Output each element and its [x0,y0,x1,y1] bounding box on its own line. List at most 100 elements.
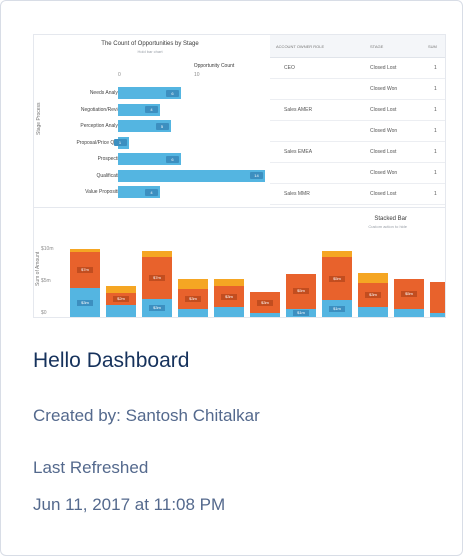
stacked-bar-segment-orange: $5m [394,278,424,309]
dashboard-card[interactable]: The Count of Opportunities by Stage Hold… [0,0,463,556]
stacked-bar-label: $1m [293,309,309,316]
table-cell-stage: Closed Won [370,170,398,176]
last-refreshed-label: Last Refreshed [33,458,149,477]
bar-chart-x-title: Opportunity Count [193,63,235,69]
stacked-bar-segment-blue [394,308,424,317]
table-cell-role: Sales AMER [284,107,313,113]
table-cell-sum: 1 [434,170,437,176]
table-cell-role: CEO [284,65,295,71]
stacked-bar[interactable]: $3m [358,272,388,317]
table-row[interactable]: CEO Closed Lost 1 [270,57,445,79]
stacked-bar[interactable]: $3m [250,291,280,317]
stacked-bar-label: $3m [257,299,273,306]
stacked-bar-label: $5m [401,290,417,297]
stacked-bar[interactable]: $3m [214,278,244,317]
table-cell-sum: 1 [434,191,437,197]
bar-chart-value-label: 4 [145,106,158,113]
stacked-chart-baseline [62,317,446,318]
bar-chart-value-label: 6 [166,155,179,163]
stacked-bar-segment-blue: $1m [322,300,352,317]
table-row[interactable]: Sales MMR Closed Lost 1 [270,183,445,205]
stacked-bar-label: $3m [77,299,93,306]
opportunity-bar-chart: The Count of Opportunities by Stage Hold… [34,35,266,205]
bar-chart-value-label: 14 [250,172,263,179]
bar-chart-value-label: 4 [145,188,158,196]
table-cell-stage: Closed Won [370,86,398,92]
stacked-bar-segment-orange: $3m [250,291,280,314]
stacked-bar-segment-orange: $5m [322,257,352,301]
stacked-bar-segment-orange: $5m [286,273,316,309]
table-cell-stage: Closed Lost [370,191,397,197]
stacked-bar-segment-yellow [322,251,352,258]
stacked-bar-segment-yellow [178,278,208,290]
stacked-bar[interactable]: $2m [106,285,136,317]
opportunity-table: ACCOUNT OWNER ROLE STAGE SUM CEO Closed L… [270,35,445,205]
table-cell-role: Sales EMEA [284,149,313,155]
table-cell-sum: 1 [434,107,437,113]
bar-chart-subtitle: Hold bar chart [137,49,163,54]
stacked-bar[interactable]: $1m $5m [286,273,316,317]
table-row[interactable]: Closed Won 1 [270,78,445,100]
stacked-bar-segment-yellow [214,278,244,286]
last-refreshed-value: Jun 11, 2017 at 11:08 PM [33,495,226,514]
stacked-bar-segment-blue [106,305,136,317]
table-row[interactable]: Closed Won 1 [270,120,445,142]
table-header-role: ACCOUNT OWNER ROLE [276,44,325,49]
table-cell-sum: 1 [434,65,437,71]
stacked-bar-label: $7m [149,275,165,281]
table-cell-sum: 1 [434,149,437,155]
stacked-bar-label: $5m [329,275,345,282]
stacked-bar-label: $5m [293,288,309,295]
stacked-chart-tick: $0 [41,310,47,316]
stacked-bar-segment-yellow [70,248,100,253]
stacked-bar[interactable]: $3m [178,278,208,317]
stacked-bar-segment-orange: $7m [70,252,100,289]
table-cell-stage: Closed Lost [370,107,397,113]
table-cell-stage: Closed Lost [370,65,397,71]
bar-chart-tick: 10 [194,72,200,78]
table-cell-stage: Closed Lost [370,149,397,155]
stacked-bar[interactable]: $3m $7m [70,248,100,317]
stacked-bar-segment-blue [358,307,388,317]
bar-chart-value-label: 1 [113,139,127,146]
dashboard-title[interactable]: Hello Dashboard [33,349,189,373]
stacked-bar-segment-blue [430,313,445,317]
table-cell-sum: 1 [434,128,437,134]
stacked-bar-segment-blue: $1m [286,308,316,317]
table-row[interactable]: Closed Won 1 [270,162,445,184]
stacked-chart-tick: $10m [41,246,54,252]
stacked-bar-segment-orange: $2m [106,293,136,305]
dashboard-thumbnail[interactable]: The Count of Opportunities by Stage Hold… [33,34,446,318]
table-header-stage: STAGE [370,44,384,49]
stacked-bar-label: $1m [329,305,345,312]
table-row[interactable]: Sales EMEA Closed Lost 1 [270,141,445,163]
stacked-bar-label: $7m [77,267,93,274]
stacked-bar-segment-orange: $3m [358,283,388,308]
stacked-bar-segment-orange: $3m [214,285,244,308]
stacked-bar-segment-blue [178,308,208,317]
stacked-bar-segment-yellow [142,251,172,257]
stacked-bar-chart: Stacked Bar Custom action to hide $10m $… [34,207,446,318]
stacked-bar[interactable]: $1m $5m [322,251,352,317]
table-cell-sum: 1 [434,86,437,92]
stacked-bar-label: $3m [149,305,165,311]
stacked-chart-title: Stacked Bar [374,216,407,222]
bar-chart-y-title: Stage Process [36,102,42,135]
table-row[interactable]: Sales AMER Closed Lost 1 [270,99,445,121]
bar-chart-value-label: 5 [155,122,169,130]
stacked-bar-segment-blue: $3m [70,288,100,317]
stacked-bar-label: $3m [221,293,237,300]
stacked-bar[interactable] [430,282,445,317]
stacked-bar-segment-orange: $3m [178,289,208,309]
stacked-bar-segment-orange: $7m [142,257,172,299]
stacked-bar-segment-yellow [106,285,136,293]
stacked-bar[interactable]: $5m [394,278,424,317]
table-header-sum: SUM [428,44,437,49]
created-by-text: Created by: Santosh Chitalkar [33,406,260,425]
stacked-bar-label: $3m [185,296,201,303]
stacked-bar[interactable]: $3m $7m [142,251,172,317]
bar-chart-bar[interactable] [118,169,265,182]
bar-chart-value-label: 6 [166,89,179,97]
stacked-bar-label: $3m [365,292,381,299]
stacked-chart-y-title: Sum of Amount [35,251,41,286]
